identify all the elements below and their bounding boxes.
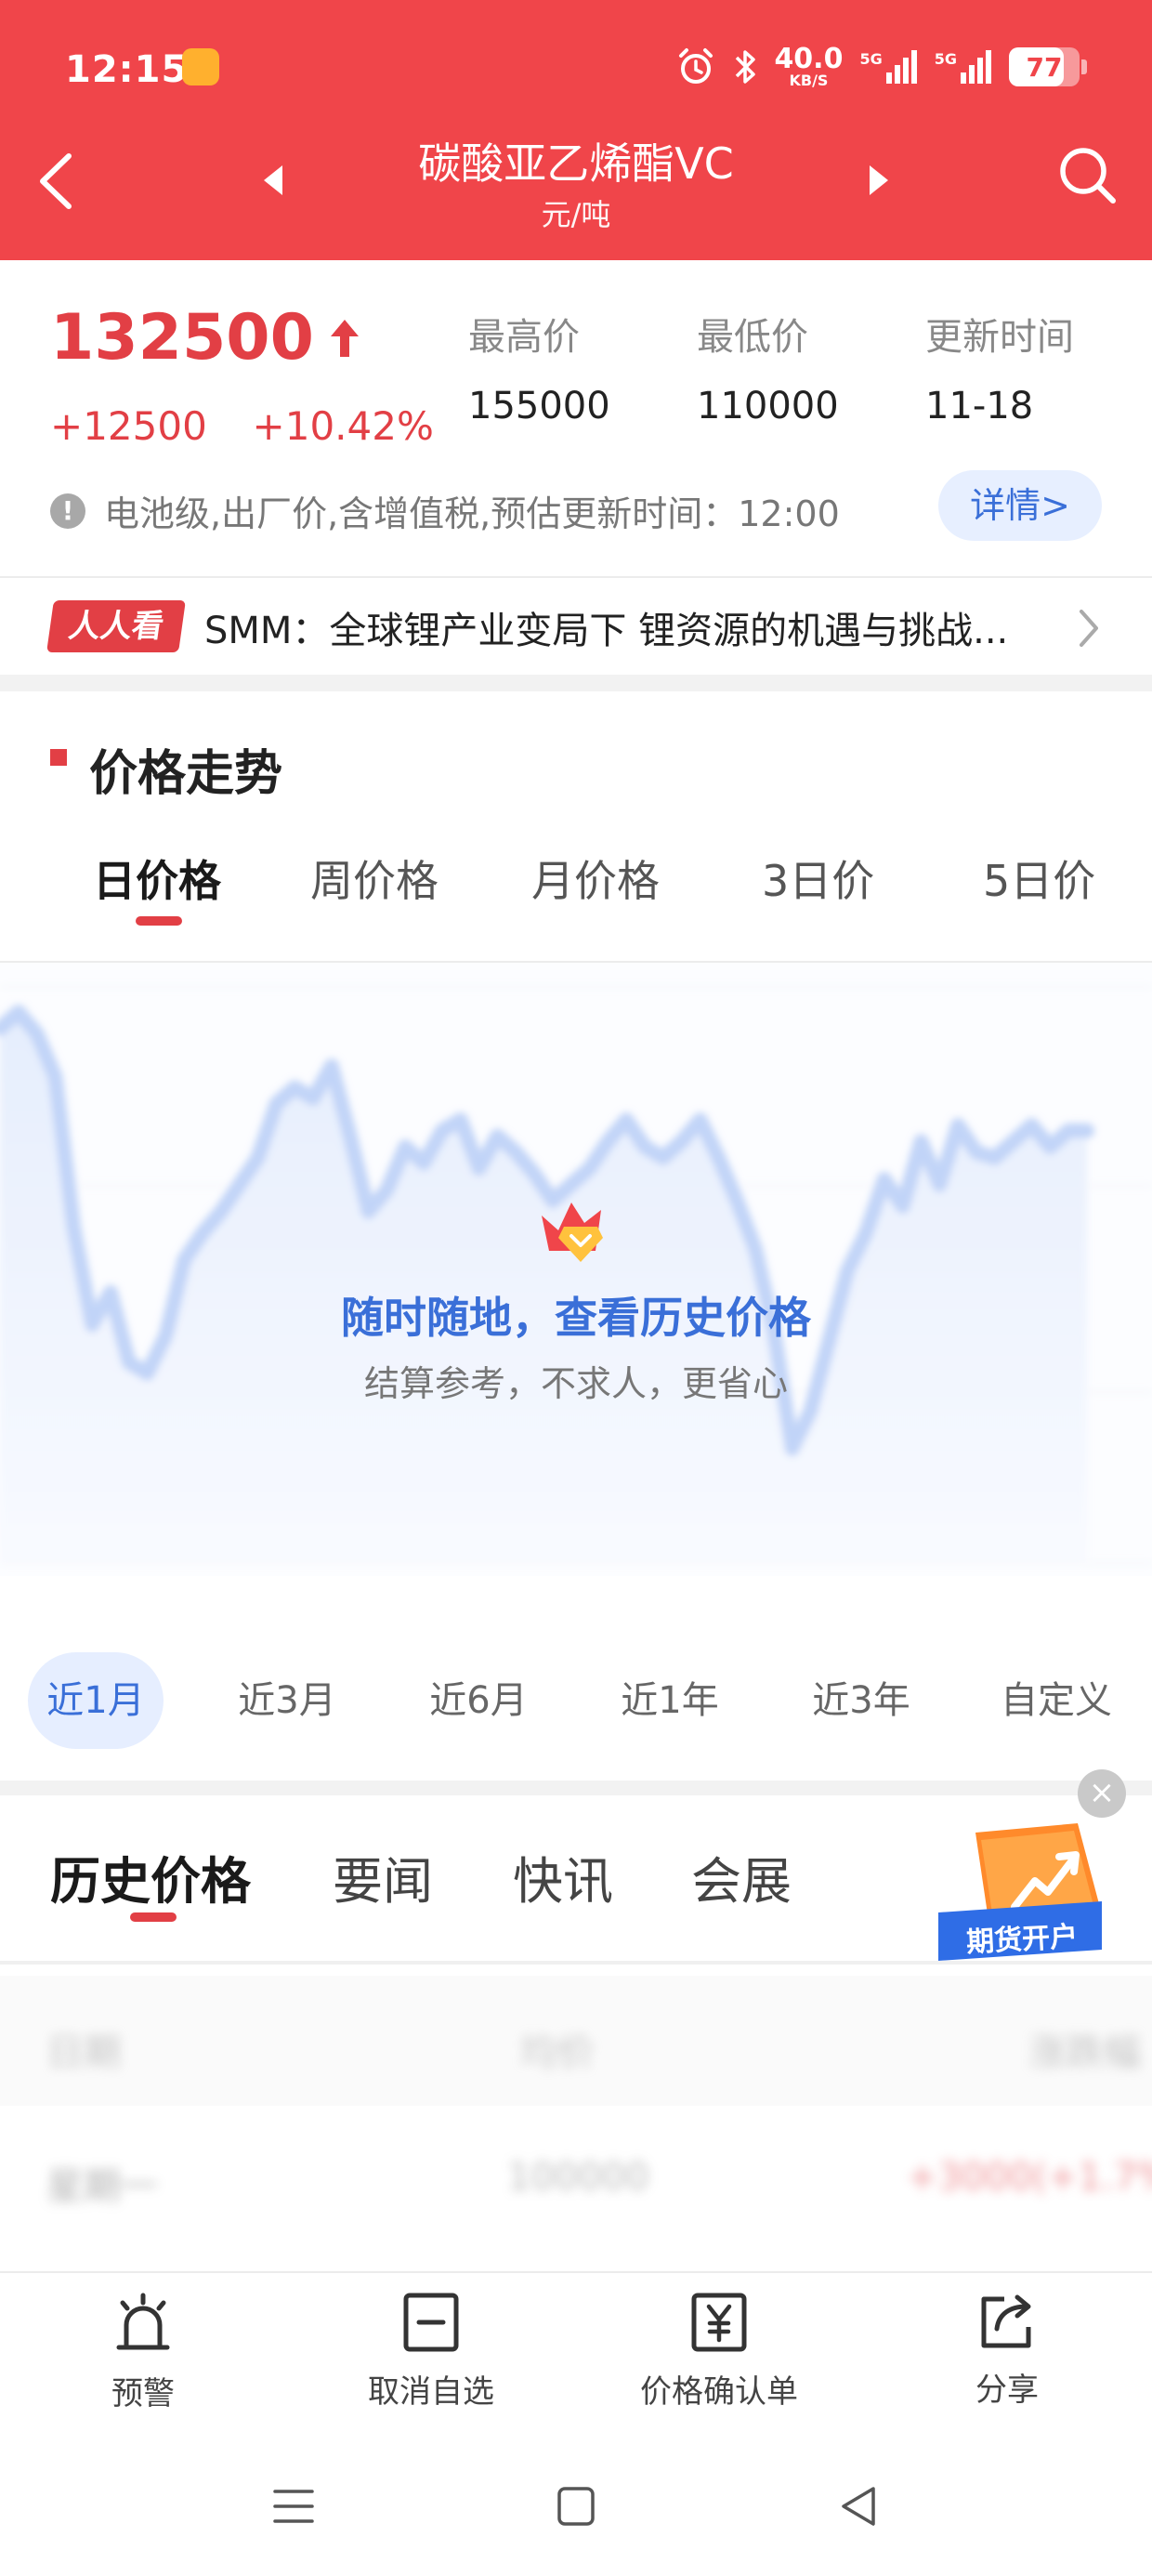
detail-button[interactable]: 详情> <box>938 470 1102 541</box>
close-ad-button[interactable]: × <box>1078 1769 1126 1818</box>
news-badge: 人人看 <box>46 600 186 652</box>
battery-tip <box>1081 59 1087 74</box>
bluetooth-icon <box>736 50 756 84</box>
back-triangle-icon[interactable] <box>838 2485 879 2528</box>
tab-exhibition[interactable]: 会展 <box>691 1840 792 1913</box>
price-confirmation-button[interactable]: 价格确认单 <box>617 2292 821 2412</box>
system-navigation-bar <box>0 2438 1152 2576</box>
minus-square-icon <box>403 2293 459 2352</box>
triangle-right-icon[interactable] <box>868 164 890 197</box>
tab-flash[interactable]: 快讯 <box>513 1840 613 1913</box>
overlay-title: 随时随地，查看历史价格 <box>341 1293 811 1343</box>
search-icon[interactable] <box>1057 145 1119 206</box>
signal-sim2-icon: 5G <box>935 50 992 84</box>
share-button[interactable]: 分享 <box>905 2292 1109 2410</box>
tab-weekly-price[interactable]: 周价格 <box>310 848 439 909</box>
tab-3day-price[interactable]: 3日价 <box>762 848 874 909</box>
current-price: 132500 <box>50 301 360 375</box>
current-price-value: 132500 <box>50 301 314 375</box>
page-title: 碳酸亚乙烯酯VC <box>418 138 734 189</box>
price-note: ! 电池级,出厂价,含增值税,预估更新时间：12:00 <box>50 485 840 536</box>
bottom-action-bar: 预警 取消自选 价格确认单 分享 <box>0 2271 1152 2438</box>
alarm-bell-icon <box>116 2293 170 2350</box>
status-time: 12:15 <box>65 48 189 91</box>
range-3-years[interactable]: 近3年 <box>793 1652 929 1749</box>
price-change: +12500 +10.42% <box>50 403 434 449</box>
trend-section-title: 价格走势 <box>89 746 283 802</box>
range-3-months[interactable]: 近3月 <box>219 1652 355 1749</box>
price-trend-chart: SMM 随时随地，查看历史价格 结算参考，不求人，更省心 <box>0 963 1152 1576</box>
history-table-header: 日期 均价 涨跌幅 <box>0 1976 1152 2106</box>
menu-icon[interactable] <box>271 2487 316 2526</box>
tab-daily-price[interactable]: 日价格 <box>93 848 221 909</box>
alert-button[interactable]: 预警 <box>41 2292 245 2413</box>
chevron-right-icon[interactable] <box>1076 608 1102 649</box>
stat-update-time: 更新时间 11-18 <box>925 316 1074 427</box>
alarm-icon <box>679 48 713 84</box>
status-icons: 40.0 KB/S 5G 5G 77 <box>675 41 1087 93</box>
smm-crown-logo-icon <box>542 1203 603 1262</box>
futures-badge-label: 期货开户 <box>965 1920 1080 1960</box>
tab-history-price[interactable]: 历史价格 <box>50 1840 251 1913</box>
arrow-up-icon <box>330 319 359 357</box>
home-square-icon[interactable] <box>556 2485 596 2528</box>
stat-low: 最低价 110000 <box>697 316 839 427</box>
tab-news[interactable]: 要闻 <box>333 1840 433 1913</box>
tab-active-indicator <box>130 1912 177 1922</box>
app-header: 12:15 40.0 KB/S 5G 5G 77 碳酸亚乙烯酯VC 元/吨 <box>0 0 1152 260</box>
range-custom[interactable]: 自定义 <box>987 1652 1126 1749</box>
page-subtitle-unit: 元/吨 <box>541 197 611 232</box>
yuan-document-icon <box>691 2293 747 2352</box>
info-exclamation-icon: ! <box>50 493 85 529</box>
price-note-text: 电池级,出厂价,含增值税,预估更新时间：12:00 <box>104 493 840 534</box>
tab-active-indicator <box>136 916 182 926</box>
signal-sim1-icon: 5G <box>859 50 917 84</box>
futures-account-badge[interactable]: 期货开户 <box>938 1823 1106 1972</box>
remove-favorite-button[interactable]: 取消自选 <box>329 2292 533 2412</box>
range-1-year[interactable]: 近1年 <box>602 1652 738 1749</box>
range-1-month[interactable]: 近1月 <box>28 1652 164 1749</box>
tab-monthly-price[interactable]: 月价格 <box>531 848 660 909</box>
battery-icon: 77 <box>1009 47 1080 86</box>
stat-high: 最高价 155000 <box>468 316 610 427</box>
section-marker <box>50 749 67 766</box>
overlay-subtitle: 结算参考，不求人，更省心 <box>363 1363 788 1404</box>
network-speed: 40.0 KB/S <box>774 43 844 89</box>
section-separator <box>0 675 1152 691</box>
share-icon <box>981 2294 1031 2348</box>
tab-5day-price[interactable]: 5日价 <box>983 848 1095 909</box>
news-ticker[interactable]: 人人看 SMM：全球锂产业变局下 锂资源的机遇与挑战... <box>0 578 1152 675</box>
news-headline[interactable]: SMM：全球锂产业变局下 锂资源的机遇与挑战... <box>204 600 1041 654</box>
price-change-pct: +10.42% <box>252 403 434 449</box>
chart-paywall-overlay[interactable]: 随时随地，查看历史价格 结算参考，不求人，更省心 <box>0 1195 1152 1406</box>
range-6-months[interactable]: 近6月 <box>411 1652 546 1749</box>
price-change-abs: +12500 <box>50 403 207 449</box>
history-table-row: 星期一 100000 +3000(+1.7%) <box>46 2156 1152 2208</box>
app-notification-icon <box>182 48 219 85</box>
section-separator <box>0 1781 1152 1795</box>
